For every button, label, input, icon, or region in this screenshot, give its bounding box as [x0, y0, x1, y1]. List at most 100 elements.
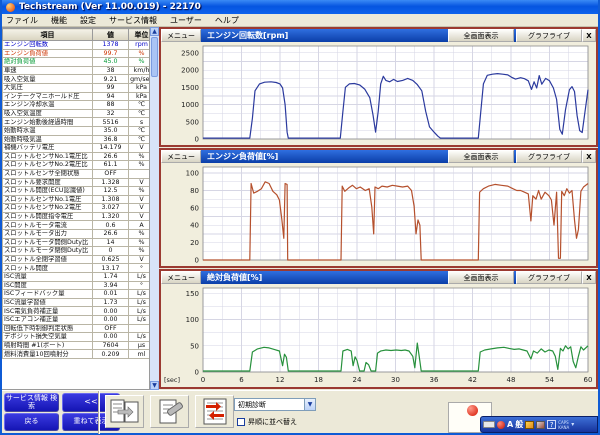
table-row[interactable]: スロットルセンサ全閉状態OFF: [3, 169, 151, 178]
table-row[interactable]: 車速38km/h: [3, 66, 151, 75]
table-row[interactable]: 吸入空気温度32℃: [3, 109, 151, 118]
table-cell-unit: %: [129, 152, 151, 161]
table-cell-unit: V: [129, 212, 151, 221]
table-row[interactable]: スロットルモータ閉側Duty比0%: [3, 247, 151, 256]
table-row[interactable]: ISCフィードバック量0.01L/s: [3, 290, 151, 299]
svg-text:0: 0: [195, 136, 199, 144]
table-cell-val: 1.308: [93, 195, 129, 204]
table-cell-unit: ℃: [129, 109, 151, 118]
svg-text:24: 24: [353, 376, 362, 384]
table-row[interactable]: ISC流量学習値1.73L/s: [3, 298, 151, 307]
ime-status-icon[interactable]: [497, 421, 505, 429]
table-row[interactable]: 吸入空気量9.21gm/sec: [3, 75, 151, 84]
table-scrollbar[interactable]: ▲ ▼: [150, 27, 159, 390]
table-row[interactable]: エンジン始動後経過時間5516s: [3, 118, 151, 127]
table-row[interactable]: スロットルセンサNo.2電圧比61.1%: [3, 161, 151, 170]
close-icon[interactable]: X: [582, 29, 596, 42]
ime-minimize-icon[interactable]: ▾: [571, 421, 574, 428]
fullscreen-button[interactable]: 全画面表示: [448, 29, 514, 42]
graphlive-button[interactable]: グラフライブ: [516, 150, 582, 163]
table-cell-val: 99: [93, 83, 129, 92]
chart-menu-button[interactable]: メニュー: [161, 150, 201, 163]
compare-sort-icon[interactable]: [195, 395, 234, 428]
ime-conversion-mode[interactable]: 般: [515, 419, 523, 430]
ime-language-bar[interactable]: A 般 ? CAPS KANA ▾: [480, 416, 598, 433]
table-row[interactable]: インテークマニホールド圧94kPa: [3, 92, 151, 101]
table-row[interactable]: ISCエアコン補正量0.00L/s: [3, 316, 151, 325]
table-row[interactable]: スロットルモータ出力26.6%: [3, 230, 151, 239]
table-row[interactable]: ISC流量1.74L/s: [3, 273, 151, 282]
table-row[interactable]: エンジン回転数1378rpm: [3, 41, 151, 50]
table-cell-item: エンジン始動後経過時間: [3, 118, 93, 127]
table-row[interactable]: スロットルセンサNo.1電圧比26.6%: [3, 152, 151, 161]
menu-item[interactable]: サービス情報: [109, 15, 157, 26]
scroll-thumb[interactable]: [151, 37, 158, 77]
table-row[interactable]: 燃料消費量10回噴射分0.209ml: [3, 350, 151, 359]
scroll-down-icon[interactable]: ▼: [150, 381, 159, 390]
table-row[interactable]: 始動時水温35.0℃: [3, 126, 151, 135]
fullscreen-button[interactable]: 全画面表示: [448, 150, 514, 163]
menu-item[interactable]: ファイル: [6, 15, 38, 26]
table-row[interactable]: スロットルモータ電流0.6A: [3, 221, 151, 230]
table-cell-val: 3.94: [93, 281, 129, 290]
sort-ascending-checkbox[interactable]: [237, 418, 245, 426]
close-icon[interactable]: X: [582, 150, 596, 163]
table-row[interactable]: スロットル全閉学習値0.625V: [3, 255, 151, 264]
svg-text:500: 500: [186, 118, 199, 126]
table-row[interactable]: 絶対負荷値45.0%: [3, 58, 151, 67]
menu-item[interactable]: 設定: [80, 15, 96, 26]
table-row[interactable]: ISC電気負荷補正量0.00L/s: [3, 307, 151, 316]
table-row[interactable]: スロットル開度指令電圧1.320V: [3, 212, 151, 221]
ime-tools-icon[interactable]: [536, 421, 545, 429]
diagnosis-mode-dropdown[interactable]: 初期診断 ▼: [234, 398, 316, 411]
report-edit-icon[interactable]: [150, 395, 189, 428]
svg-text:30: 30: [391, 376, 400, 384]
table-cell-val: 7604: [93, 341, 129, 350]
list-document-icon[interactable]: [105, 395, 144, 428]
chart-menu-button[interactable]: メニュー: [161, 29, 201, 42]
table-row[interactable]: スロットルモータ開側Duty比14%: [3, 238, 151, 247]
table-cell-unit: kPa: [129, 92, 151, 101]
close-icon[interactable]: X: [582, 271, 596, 284]
table-cell-unit: L/s: [129, 290, 151, 299]
menu-item[interactable]: 機能: [51, 15, 67, 26]
ime-pad-icon[interactable]: [525, 421, 534, 429]
back-button[interactable]: 戻る: [4, 413, 59, 431]
scroll-track[interactable]: [150, 36, 159, 381]
table-cell-val: 9.21: [93, 75, 129, 84]
table-row[interactable]: エンジン冷却水温88℃: [3, 101, 151, 110]
table-cell-item: 噴射時間 #1(ポート): [3, 341, 93, 350]
table-row[interactable]: 始動時吸気温36.8℃: [3, 135, 151, 144]
service-info-search-button[interactable]: サービス情報 検索: [4, 393, 59, 412]
table-row[interactable]: 回転低下時制御判定状態OFF: [3, 324, 151, 333]
col-unit: 単位: [129, 29, 151, 41]
table-row[interactable]: 補機バッテリ電圧14.179V: [3, 144, 151, 153]
table-cell-val: 12.5: [93, 187, 129, 196]
graphlive-button[interactable]: グラフライブ: [516, 271, 582, 284]
svg-text:0: 0: [195, 257, 199, 265]
scroll-up-icon[interactable]: ▲: [150, 27, 159, 36]
table-row[interactable]: エンジン負荷値99.7%: [3, 49, 151, 58]
table-row[interactable]: デポジット損失空気量0.00L/s: [3, 333, 151, 342]
chart-title: エンジン回転数[rpm]: [201, 29, 446, 42]
table-row[interactable]: ISC開度3.94°: [3, 281, 151, 290]
table-row[interactable]: スロットルセンサNo.1電圧1.308V: [3, 195, 151, 204]
graphlive-button[interactable]: グラフライブ: [516, 29, 582, 42]
menu-item[interactable]: ユーザー: [170, 15, 202, 26]
table-row[interactable]: 大気圧99kPa: [3, 83, 151, 92]
fullscreen-button[interactable]: 全画面表示: [448, 271, 514, 284]
table-row[interactable]: スロットル要求開度1.328V: [3, 178, 151, 187]
table-cell-unit: gm/sec: [129, 75, 151, 84]
table-row[interactable]: スロットル開度(ECU認識値)12.5%: [3, 187, 151, 196]
chart-menu-button[interactable]: メニュー: [161, 271, 201, 284]
menu-item[interactable]: ヘルプ: [215, 15, 239, 26]
keyboard-icon[interactable]: [483, 421, 495, 428]
table-cell-val: 99.7: [93, 49, 129, 58]
ime-input-mode[interactable]: A: [507, 420, 513, 429]
table-row[interactable]: スロットル開度13.17°: [3, 264, 151, 273]
help-icon[interactable]: ?: [547, 420, 556, 429]
table-row[interactable]: スロットルセンサNo.2電圧3.027V: [3, 204, 151, 213]
chevron-down-icon[interactable]: ▼: [304, 399, 315, 410]
table-row[interactable]: 噴射時間 #1(ポート)7604μs: [3, 341, 151, 350]
table-cell-item: スロットルモータ閉側Duty比: [3, 247, 93, 256]
